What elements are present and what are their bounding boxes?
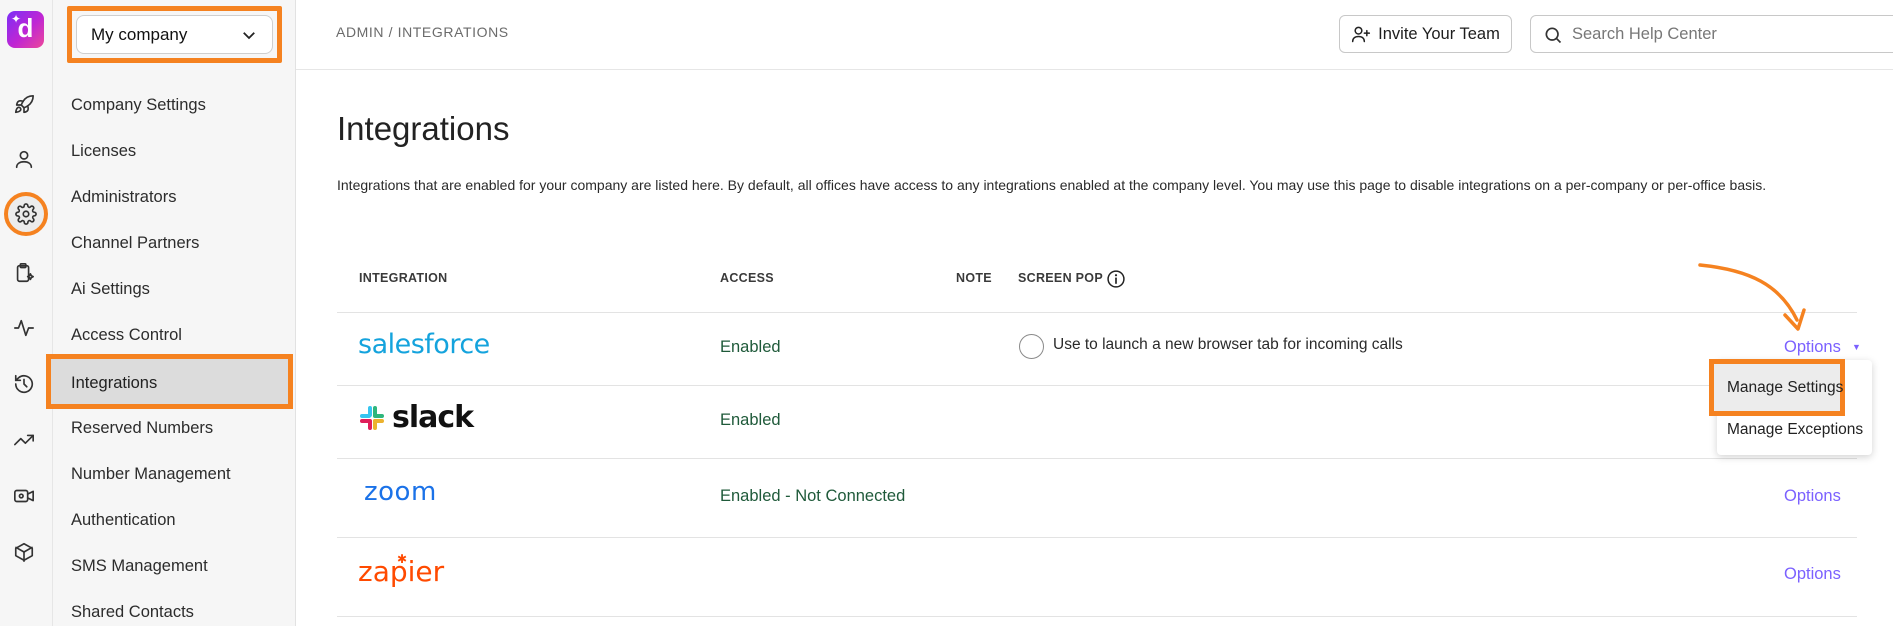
sidebar-item-number-management[interactable]: Number Management: [71, 462, 231, 486]
row-divider: [337, 616, 1857, 617]
sidebar-item-company-settings[interactable]: Company Settings: [71, 93, 206, 117]
zapier-star-icon: ✱: [397, 552, 408, 566]
top-bar: ADMIN / INTEGRATIONS Invite Your Team: [296, 0, 1893, 70]
row-divider: [337, 385, 1857, 386]
sidebar-item-sms-management[interactable]: SMS Management: [71, 554, 208, 578]
access-status: Enabled - Not Connected: [720, 487, 906, 505]
icon-rail: ✦ d: [0, 0, 53, 626]
add-user-icon: [1352, 26, 1371, 43]
sidebar-item-shared-contacts[interactable]: Shared Contacts: [71, 600, 194, 624]
rocket-icon[interactable]: [8, 89, 40, 121]
column-header-note: NOTE: [956, 271, 992, 285]
history-icon[interactable]: [8, 368, 40, 400]
column-header-screen-pop: SCREEN POP: [1018, 271, 1103, 285]
chevron-down-icon: [243, 31, 255, 39]
row-divider: [337, 537, 1857, 538]
invite-team-button[interactable]: Invite Your Team: [1339, 15, 1512, 53]
trending-icon[interactable]: [8, 424, 40, 456]
screen-pop-radio[interactable]: [1019, 334, 1044, 359]
sidebar-item-licenses[interactable]: Licenses: [71, 139, 136, 163]
activity-icon[interactable]: [8, 312, 40, 344]
sidebar-item-authentication[interactable]: Authentication: [71, 508, 176, 532]
settings-sidebar: My company Company Settings Licenses Adm…: [46, 0, 296, 626]
slack-wordmark: slack: [392, 400, 474, 435]
company-select-highlight: My company: [67, 6, 282, 63]
gear-icon[interactable]: [4, 192, 48, 236]
access-status: Enabled: [720, 338, 781, 356]
slack-hash-icon: [360, 405, 384, 430]
menu-item-manage-exceptions[interactable]: Manage Exceptions: [1727, 421, 1863, 439]
screen-pop-label: Use to launch a new browser tab for inco…: [1053, 336, 1403, 353]
search-icon: [1545, 27, 1562, 44]
menu-item-manage-settings[interactable]: Manage Settings: [1709, 359, 1845, 416]
page-description: Integrations that are enabled for your c…: [337, 177, 1767, 193]
invite-team-label: Invite Your Team: [1378, 24, 1500, 43]
salesforce-logo: salesforce: [358, 329, 490, 360]
row-divider: [337, 458, 1857, 459]
sidebar-item-administrators[interactable]: Administrators: [71, 185, 176, 209]
options-link[interactable]: Options: [1784, 487, 1841, 506]
breadcrumb: ADMIN / INTEGRATIONS: [336, 24, 509, 40]
sparkle-icon: ✦: [11, 12, 22, 26]
column-header-integration: INTEGRATION: [359, 271, 448, 285]
annotation-arrow-icon: [1698, 263, 1806, 331]
menu-item-label: Manage Settings: [1727, 379, 1844, 396]
options-link[interactable]: Options: [1784, 338, 1841, 357]
company-select-value: My company: [91, 24, 188, 44]
search-input[interactable]: [1572, 16, 1893, 52]
video-settings-icon[interactable]: [8, 480, 40, 512]
cube-icon[interactable]: [8, 536, 40, 568]
sidebar-item-integrations[interactable]: Integrations: [46, 354, 293, 409]
options-link[interactable]: Options: [1784, 565, 1841, 584]
clipboard-sparkle-icon[interactable]: [8, 257, 40, 289]
person-icon[interactable]: [8, 143, 40, 175]
info-icon[interactable]: [1106, 269, 1126, 289]
sidebar-item-access-control[interactable]: Access Control: [71, 323, 182, 347]
caret-down-icon: ▼: [1852, 342, 1861, 352]
page-title: Integrations: [337, 110, 510, 147]
company-select[interactable]: My company: [76, 15, 273, 54]
app-logo[interactable]: ✦ d: [7, 11, 44, 48]
sidebar-item-label: Integrations: [71, 374, 158, 392]
access-status: Enabled: [720, 411, 781, 429]
row-divider: [337, 312, 1857, 313]
column-header-access: ACCESS: [720, 271, 774, 285]
sidebar-item-channel-partners[interactable]: Channel Partners: [71, 231, 199, 255]
zoom-logo: zoom: [364, 477, 437, 507]
help-search: [1530, 15, 1893, 53]
slack-logo: slack: [358, 400, 474, 435]
sidebar-item-ai-settings[interactable]: Ai Settings: [71, 277, 150, 301]
sidebar-item-reserved-numbers[interactable]: Reserved Numbers: [71, 416, 213, 440]
